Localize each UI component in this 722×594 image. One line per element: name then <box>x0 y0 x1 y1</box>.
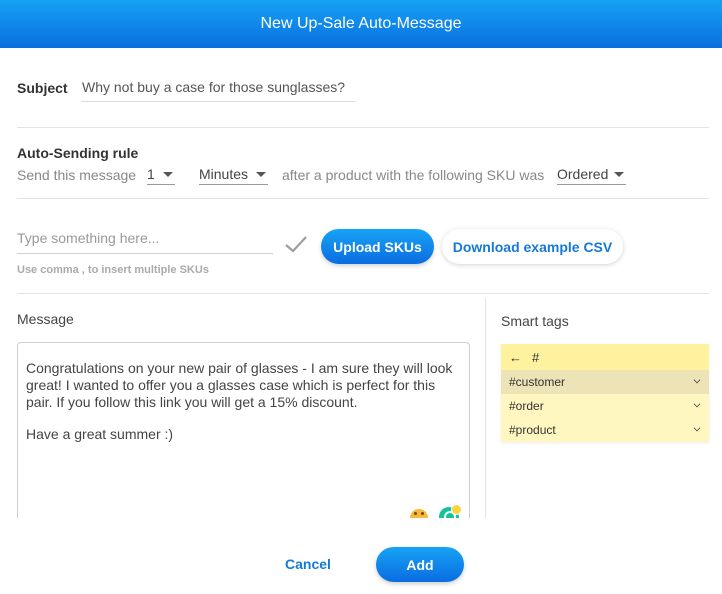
smart-tags-search-value: # <box>532 349 540 365</box>
smart-tag-label: #order <box>509 399 544 413</box>
event-select[interactable]: Ordered <box>557 163 626 185</box>
divider <box>17 127 709 128</box>
smart-tags-search[interactable]: ← # <box>501 344 709 370</box>
smart-tag-order[interactable]: #order <box>501 394 709 418</box>
back-arrow-icon[interactable]: ← <box>509 350 522 365</box>
dialog-title: New Up-Sale Auto-Message <box>260 15 462 32</box>
chevron-down-icon <box>693 424 701 432</box>
vertical-divider <box>485 298 486 518</box>
add-label: Add <box>406 556 434 573</box>
auto-sending-title: Auto-Sending rule <box>17 145 139 161</box>
message-label: Message <box>17 311 74 327</box>
chevron-down-icon <box>693 376 701 384</box>
smart-tag-customer[interactable]: #customer <box>501 370 709 394</box>
smart-tag-label: #product <box>509 423 556 437</box>
divider <box>17 198 709 199</box>
caret-down-icon <box>614 172 624 177</box>
chevron-down-icon <box>693 400 701 408</box>
dialog-header: New Up-Sale Auto-Message <box>0 0 722 48</box>
amount-select[interactable]: 1 <box>147 163 175 185</box>
sku-hint: Use comma , to insert multiple SKUs <box>17 264 209 276</box>
divider <box>17 293 709 294</box>
smart-tags-panel: ← # #customer #order #product <box>501 344 709 442</box>
download-csv-button[interactable]: Download example CSV <box>442 229 623 264</box>
smart-tag-product[interactable]: #product <box>501 418 709 442</box>
subject-label: Subject <box>17 80 68 96</box>
download-csv-label: Download example CSV <box>452 238 613 255</box>
add-button[interactable]: Add <box>376 547 464 582</box>
upload-skus-label: Upload SKUs <box>333 238 422 255</box>
message-paragraph: Have a great summer :) <box>26 426 174 442</box>
send-prefix-text: Send this message <box>17 167 137 183</box>
amount-value: 1 <box>147 166 155 182</box>
subject-input[interactable]: Why not buy a case for those sunglasses? <box>81 72 355 102</box>
smart-tags-label: Smart tags <box>501 313 569 329</box>
send-middle-text: after a product with the following SKU w… <box>282 167 545 183</box>
cancel-button[interactable]: Cancel <box>285 556 331 572</box>
message-textarea[interactable]: Congratulations on your new pair of glas… <box>17 342 470 518</box>
event-value: Ordered <box>557 166 609 182</box>
unit-select[interactable]: Minutes <box>199 163 268 185</box>
unit-value: Minutes <box>199 166 249 182</box>
grammarly-icon[interactable] <box>439 504 462 523</box>
message-paragraph: Congratulations on your new pair of glas… <box>26 360 453 410</box>
caret-down-icon <box>163 172 173 177</box>
caret-down-icon <box>256 172 266 177</box>
sku-input[interactable]: Type something here... <box>17 222 273 254</box>
upload-skus-button[interactable]: Upload SKUs <box>321 229 434 264</box>
smart-tag-label: #customer <box>509 375 566 389</box>
check-icon[interactable] <box>284 234 308 254</box>
